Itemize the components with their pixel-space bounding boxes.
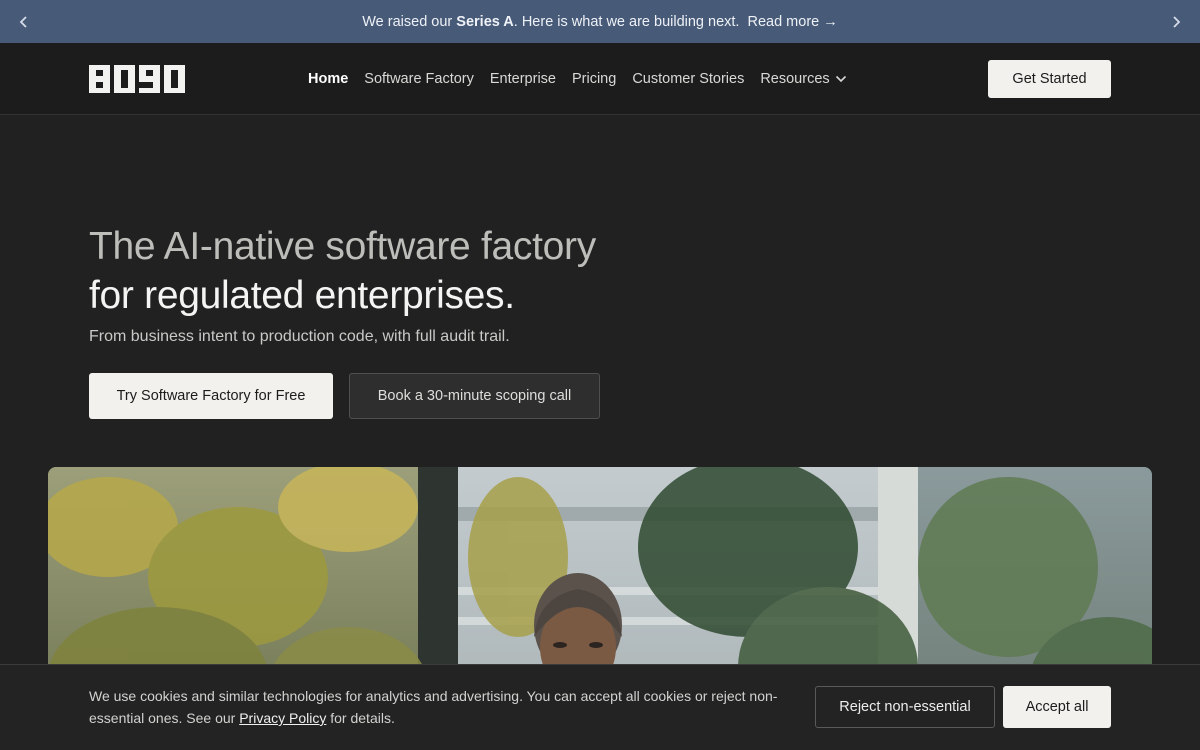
announcement-message[interactable]: We raised our Series A. Here is what we … — [362, 14, 838, 30]
cookie-text-before: We use cookies and similar technologies … — [89, 688, 778, 726]
privacy-policy-link[interactable]: Privacy Policy — [239, 710, 326, 726]
hero-title-line2: for regulated enterprises. — [89, 274, 515, 317]
announcement-read-more-link[interactable]: Read more → — [747, 14, 837, 30]
nav-item-label: Enterprise — [489, 71, 556, 87]
announcement-bar: We raised our Series A. Here is what we … — [0, 0, 1200, 43]
nav-item-label: Customer Stories — [632, 71, 745, 87]
announcement-suffix: . Here is what we are building next. — [513, 13, 740, 30]
logo-glyph-0 — [114, 65, 135, 93]
nav-item-software-factory[interactable]: Software Factory — [364, 71, 474, 87]
nav-item-enterprise[interactable]: Enterprise — [490, 71, 556, 87]
announcement-prev-button[interactable] — [4, 0, 44, 43]
cookie-message: We use cookies and similar technologies … — [89, 685, 789, 729]
nav-item-home[interactable]: Home — [308, 71, 348, 87]
nav-item-label: Pricing — [571, 71, 617, 87]
nav-links: Home Software Factory Enterprise Pricing… — [308, 43, 847, 115]
chevron-right-icon — [1173, 15, 1181, 28]
hero-title: The AI-native software factory for regul… — [89, 222, 789, 320]
cookie-text-after: for details. — [326, 710, 395, 726]
nav-item-customer-stories[interactable]: Customer Stories — [632, 71, 744, 87]
nav-item-pricing[interactable]: Pricing — [572, 71, 616, 87]
announcement-prefix: We raised our — [362, 13, 457, 30]
nav-item-label: Software Factory — [364, 71, 474, 87]
book-call-button[interactable]: Book a 30-minute scoping call — [349, 373, 600, 419]
nav-item-resources[interactable]: Resources — [760, 71, 846, 87]
chevron-left-icon — [19, 15, 27, 28]
get-started-button[interactable]: Get Started — [988, 60, 1111, 98]
logo-glyph-9 — [139, 65, 160, 93]
announcement-highlight: Series A — [456, 13, 514, 30]
chevron-down-icon — [835, 75, 846, 83]
hero-subtitle: From business intent to production code,… — [89, 328, 510, 345]
logo-glyph-8 — [89, 65, 110, 93]
nav-item-label: Resources — [760, 71, 830, 87]
accept-all-button[interactable]: Accept all — [1003, 686, 1111, 728]
announcement-next-button[interactable] — [1156, 0, 1196, 43]
hero-title-line1: The AI-native software factory — [89, 225, 596, 268]
try-free-button[interactable]: Try Software Factory for Free — [89, 373, 333, 419]
cookie-banner: We use cookies and similar technologies … — [0, 664, 1200, 750]
logo-glyph-0b — [164, 65, 185, 93]
logo[interactable] — [89, 65, 185, 93]
reject-non-essential-button[interactable]: Reject non-essential — [815, 686, 995, 728]
top-navigation: Home Software Factory Enterprise Pricing… — [0, 43, 1200, 115]
nav-item-label: Home — [308, 71, 349, 87]
